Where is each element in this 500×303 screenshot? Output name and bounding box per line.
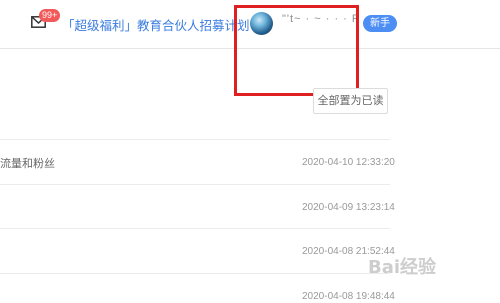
message-time: 2020-04-08 19:48:44 — [302, 291, 395, 302]
row-divider — [0, 228, 390, 229]
row-divider — [0, 273, 390, 274]
row-divider — [0, 184, 390, 185]
user-level-badge: 新手 — [363, 15, 397, 32]
mark-all-read-button[interactable]: 全部置为已读 — [313, 88, 388, 114]
promo-link[interactable]: 「超级福利」教育合伙人招募计划 — [62, 15, 250, 34]
message-text[interactable]: 流量和粉丝 — [0, 155, 55, 171]
annotation-highlight-box — [234, 5, 359, 96]
message-time: 2020-04-09 13:23:14 — [302, 202, 395, 213]
row-divider — [0, 139, 390, 140]
message-time: 2020-04-10 12:33:20 — [302, 157, 395, 168]
notification-count-badge: 99+ — [39, 9, 61, 22]
baidu-jingyan-watermark: Bai经验 — [368, 257, 437, 278]
